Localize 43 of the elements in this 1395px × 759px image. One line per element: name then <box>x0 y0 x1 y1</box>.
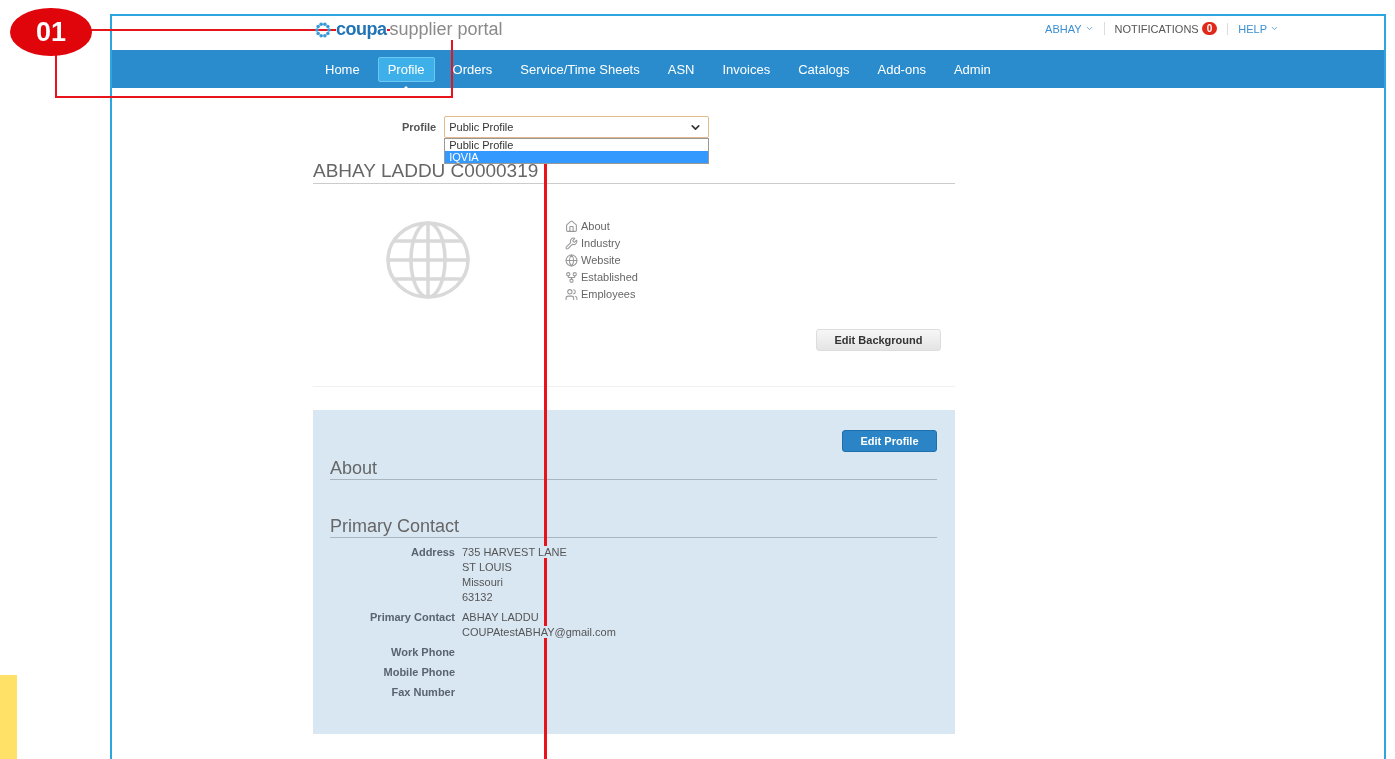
field-label: Address <box>409 546 455 560</box>
edit-profile-button[interactable]: Edit Profile <box>842 430 937 452</box>
nav-tab[interactable]: Home <box>315 56 370 82</box>
menu-link[interactable]: ABHAY <box>1035 22 1104 35</box>
chevron-icon <box>1270 24 1279 33</box>
notifications-link[interactable]: NOTIFICATIONS 0 <box>1103 22 1228 35</box>
field-label: Mobile Phone <box>382 666 455 678</box>
globe-icon <box>385 220 471 300</box>
field-label: Profile <box>402 121 437 133</box>
info-label: Employees <box>581 287 636 302</box>
chevron-icon <box>1084 24 1094 33</box>
field-value: COUPAtestABHAY@gmail.com <box>462 626 616 638</box>
nav-tab[interactable]: Admin <box>943 56 1001 82</box>
nav-tab[interactable]: Service/Time Sheets <box>510 56 650 82</box>
nav-tab[interactable]: ASN <box>657 56 705 82</box>
field-value: 735 HARVEST LANE <box>462 546 567 558</box>
info-label: Established <box>581 270 638 285</box>
field-value: 63132 <box>462 591 493 603</box>
count-badge: 0 <box>1201 22 1218 35</box>
nav-tab[interactable]: Orders <box>442 56 503 82</box>
field-label: Primary Contact <box>369 611 455 625</box>
field-label: Work Phone <box>390 646 455 658</box>
people-icon <box>565 287 578 301</box>
dropdown-option[interactable]: IQVIA <box>445 151 709 163</box>
nav-tab[interactable]: Catalogs <box>788 56 860 82</box>
edit-background-button[interactable]: Edit Background <box>816 329 941 351</box>
info-label: Industry <box>581 236 621 251</box>
field-value: ABHAY LADDU <box>462 611 539 623</box>
info-label: About <box>581 219 610 234</box>
profile-select[interactable]: Public Profile <box>444 116 710 138</box>
field-value: ST LOUIS <box>462 561 512 573</box>
menu-link[interactable]: HELP <box>1227 22 1289 35</box>
nav-tab[interactable]: Invoices <box>712 56 781 82</box>
nav-tab[interactable]: Add-ons <box>867 56 936 82</box>
step-badge: 01 <box>10 8 92 56</box>
globe-icon <box>565 253 578 267</box>
home-icon <box>565 219 578 233</box>
logo-star-icon <box>313 21 333 38</box>
wrench-icon <box>565 236 578 250</box>
field-label: Fax Number <box>390 686 455 698</box>
branch-icon <box>565 270 578 284</box>
field-value: Missouri <box>462 576 503 588</box>
info-label: Website <box>581 253 621 268</box>
